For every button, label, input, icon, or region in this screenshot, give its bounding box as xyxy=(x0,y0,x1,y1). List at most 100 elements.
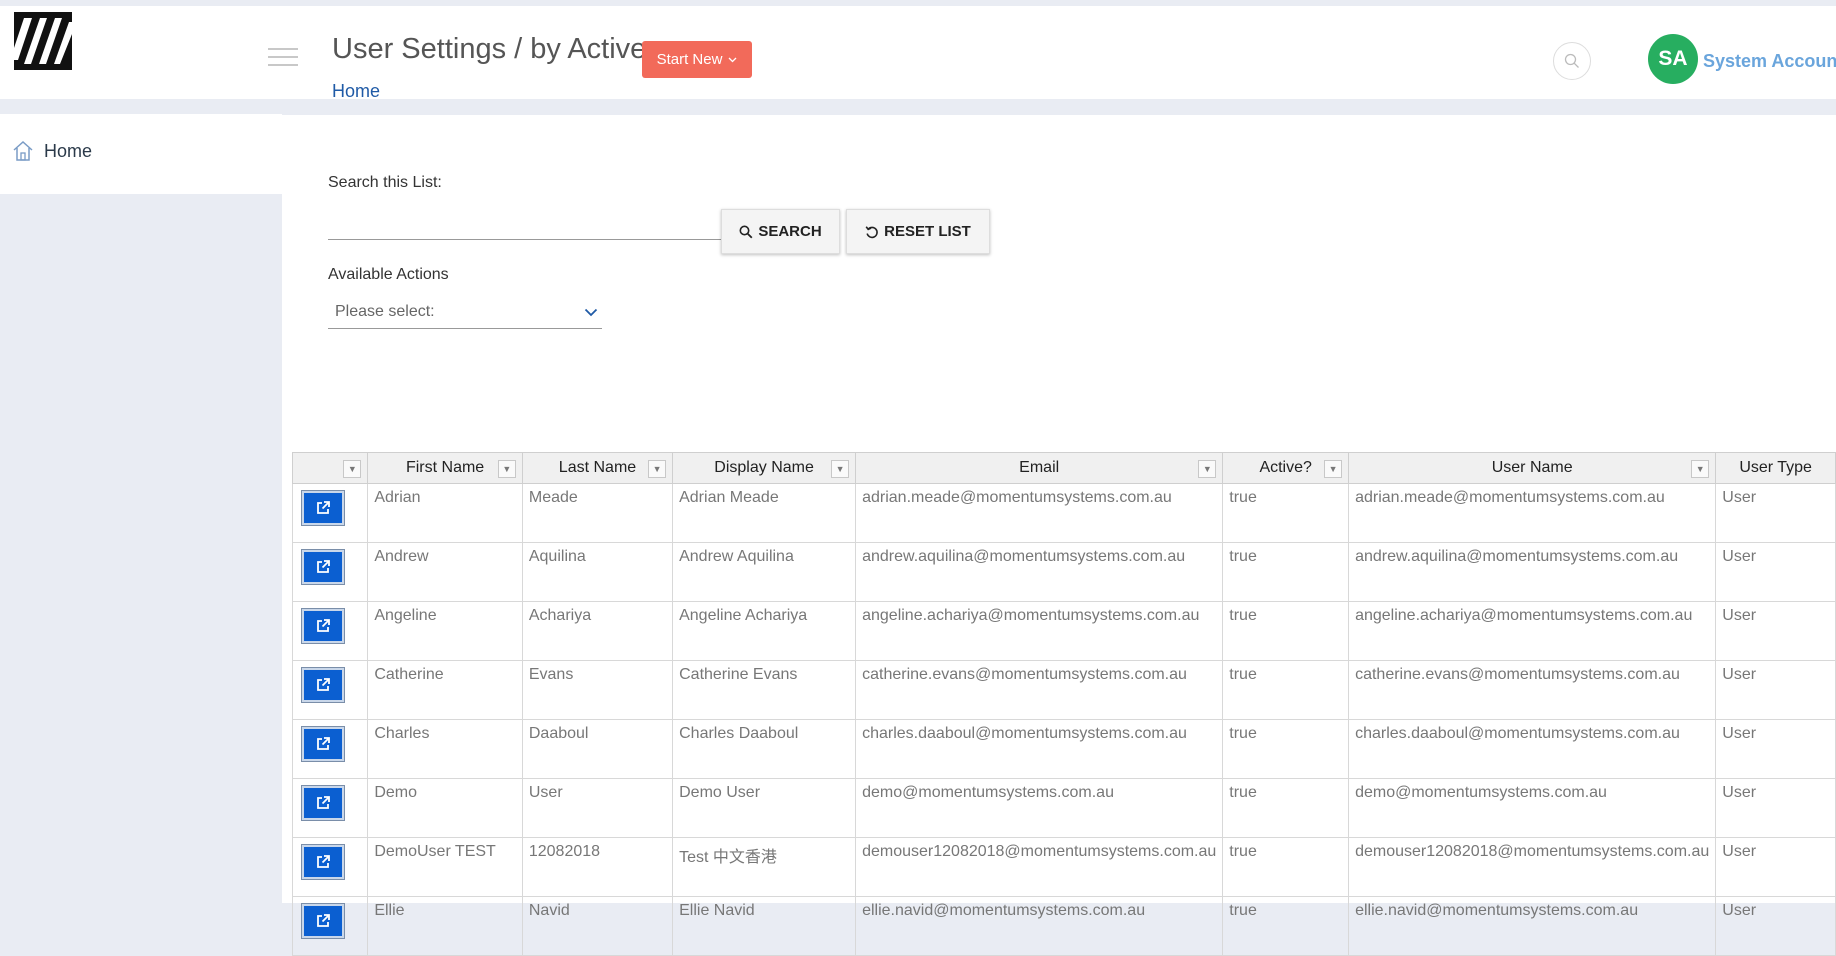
row-action-cell xyxy=(291,660,369,720)
column-header-label: Email xyxy=(1019,459,1060,476)
table-cell: Angeline xyxy=(367,601,523,661)
table-cell: Daaboul xyxy=(521,719,674,779)
column-header[interactable]: User Name ▼ xyxy=(1348,452,1717,484)
table-cell: true xyxy=(1222,660,1350,720)
filter-icon[interactable]: ▼ xyxy=(1691,460,1710,478)
search-label: Search this List: xyxy=(328,174,442,191)
global-search-button[interactable] xyxy=(1553,42,1591,80)
filter-icon[interactable]: ▼ xyxy=(1198,460,1217,478)
table-cell: User xyxy=(521,778,674,838)
column-header[interactable]: Active? ▼ xyxy=(1222,452,1350,484)
open-record-button[interactable] xyxy=(302,491,344,525)
breadcrumb-home[interactable]: Home xyxy=(332,81,380,102)
table-cell: Demo User xyxy=(672,778,857,838)
open-record-button[interactable] xyxy=(302,668,344,702)
open-record-button[interactable] xyxy=(302,845,344,879)
table-row[interactable]: Charles Daaboul Charles Daaboul charles.daa… xyxy=(291,719,1836,779)
table-cell: Charles Daaboul xyxy=(672,719,857,779)
table-cell: Achariya xyxy=(521,601,674,661)
open-record-button[interactable] xyxy=(302,727,344,761)
table-cell: catherine.evans@momentumsystems.com.au xyxy=(855,660,1224,720)
table-cell: true xyxy=(1222,896,1350,956)
table-row[interactable]: Catherine Evans Catherine Evans catherine.e… xyxy=(291,660,1836,720)
row-action-cell xyxy=(291,896,369,956)
undo-icon xyxy=(865,225,878,238)
open-record-button[interactable] xyxy=(302,786,344,820)
row-action-cell xyxy=(291,601,369,661)
filter-icon[interactable]: ▼ xyxy=(343,460,362,478)
table-cell: adrian.meade@momentumsystems.com.au xyxy=(855,483,1224,543)
column-header[interactable]: Last Name ▼ xyxy=(521,452,674,484)
search-button-label: SEARCH xyxy=(758,223,822,240)
account-name[interactable]: System Account xyxy=(1703,51,1836,72)
column-header-label: Last Name xyxy=(558,459,637,476)
column-header[interactable]: First Name ▼ xyxy=(367,452,523,484)
table-cell: Ellie Navid xyxy=(672,896,857,956)
search-icon xyxy=(1564,53,1579,68)
table-row[interactable]: Ellie Navid Ellie Navid ellie.navid@momentu… xyxy=(291,896,1836,956)
table-cell: Angeline Achariya xyxy=(672,601,857,661)
table-cell: 12082018 xyxy=(521,837,674,897)
table-cell: Charles xyxy=(367,719,523,779)
table-cell: User xyxy=(1715,719,1836,779)
table-cell: User xyxy=(1715,542,1836,602)
row-action-cell xyxy=(291,483,369,543)
external-link-icon xyxy=(317,619,330,632)
table-cell: Navid xyxy=(521,896,674,956)
table-cell: Andrew xyxy=(367,542,523,602)
available-actions-label: Available Actions xyxy=(328,266,449,283)
filter-icon[interactable]: ▼ xyxy=(648,460,667,478)
column-header-label: User Name xyxy=(1491,459,1573,476)
open-record-button[interactable] xyxy=(302,904,344,938)
table-cell: charles.daaboul@momentumsystems.com.au xyxy=(1348,719,1717,779)
filter-icon[interactable]: ▼ xyxy=(831,460,850,478)
available-actions-value: Please select: xyxy=(335,303,435,320)
page-title: User Settings / by Active xyxy=(332,33,647,65)
available-actions-select[interactable]: Please select: xyxy=(328,296,602,329)
start-new-button[interactable]: Start New xyxy=(642,41,752,78)
table-cell: User xyxy=(1715,778,1836,838)
table-cell: Catherine xyxy=(367,660,523,720)
table-cell: catherine.evans@momentumsystems.com.au xyxy=(1348,660,1717,720)
table-row[interactable]: Demo User Demo User demo@momentumsystems.co… xyxy=(291,778,1836,838)
table-cell: angeline.achariya@momentumsystems.com.au xyxy=(855,601,1224,661)
table-row[interactable]: DemoUser TEST 12082018 Test 中文香港 demouser12… xyxy=(291,837,1836,897)
table-cell: angeline.achariya@momentumsystems.com.au xyxy=(1348,601,1717,661)
table-body: Adrian Meade Adrian Meade adrian.meade@mome… xyxy=(291,483,1836,956)
header: User Settings / by Active Start New Home… xyxy=(0,6,1836,102)
filter-icon[interactable]: ▼ xyxy=(497,460,516,478)
external-link-icon xyxy=(317,796,330,809)
table-cell: Adrian xyxy=(367,483,523,543)
search-input[interactable] xyxy=(328,205,722,240)
column-header-actions: ▼ xyxy=(291,452,369,484)
home-icon xyxy=(13,140,33,161)
table-cell: true xyxy=(1222,719,1350,779)
table-cell: Meade xyxy=(521,483,674,543)
open-record-button[interactable] xyxy=(302,550,344,584)
column-header[interactable]: Email ▼ xyxy=(855,452,1224,484)
column-header[interactable]: User Type xyxy=(1715,452,1836,484)
filter-icon[interactable]: ▼ xyxy=(1324,460,1343,478)
column-header[interactable]: Display Name ▼ xyxy=(672,452,857,484)
table-cell: true xyxy=(1222,778,1350,838)
avatar[interactable]: SA xyxy=(1648,34,1698,84)
table-cell: DemoUser TEST xyxy=(367,837,523,897)
chevron-down-icon xyxy=(584,308,598,316)
table-cell: Demo xyxy=(367,778,523,838)
table-cell: true xyxy=(1222,542,1350,602)
search-button[interactable]: SEARCH xyxy=(721,209,840,254)
table-cell: Adrian Meade xyxy=(672,483,857,543)
open-record-button[interactable] xyxy=(302,609,344,643)
menu-toggle-button[interactable] xyxy=(268,48,298,70)
table-cell: andrew.aquilina@momentumsystems.com.au xyxy=(855,542,1224,602)
table-row[interactable]: Andrew Aquilina Andrew Aquilina andrew.aqui… xyxy=(291,542,1836,602)
table-row[interactable]: Angeline Achariya Angeline Achariya angelin… xyxy=(291,601,1836,661)
external-link-icon xyxy=(317,855,330,868)
table-cell: true xyxy=(1222,601,1350,661)
sidebar-item-home[interactable]: Home xyxy=(12,140,92,162)
chevron-down-icon xyxy=(728,57,737,62)
column-header-label: Active? xyxy=(1259,459,1312,476)
reset-list-button[interactable]: RESET LIST xyxy=(846,209,990,254)
table-row[interactable]: Adrian Meade Adrian Meade adrian.meade@mome… xyxy=(291,483,1836,543)
table-cell: ellie.navid@momentumsystems.com.au xyxy=(1348,896,1717,956)
